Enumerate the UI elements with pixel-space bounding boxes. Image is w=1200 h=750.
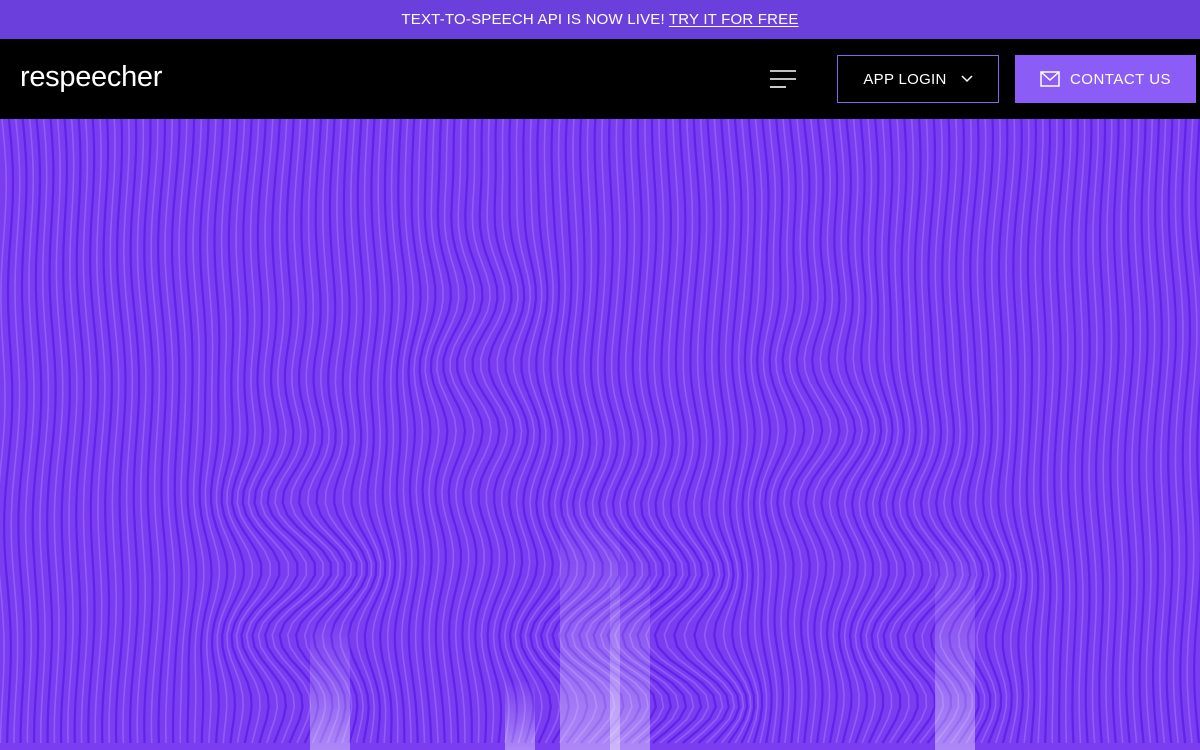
menu-button[interactable] bbox=[766, 65, 800, 93]
wave-highlight bbox=[505, 679, 535, 750]
wave-highlight bbox=[935, 539, 975, 750]
chevron-down-icon bbox=[961, 75, 973, 83]
try-it-free-link[interactable]: TRY IT FOR FREE bbox=[669, 11, 799, 28]
announcement-bar: TEXT-TO-SPEECH API IS NOW LIVE! TRY IT F… bbox=[0, 0, 1200, 39]
contact-us-button[interactable]: CONTACT US bbox=[1015, 55, 1196, 103]
contact-us-label: CONTACT US bbox=[1069, 70, 1172, 88]
hamburger-icon bbox=[770, 70, 796, 88]
hero-wave-visual bbox=[0, 119, 1200, 750]
mail-icon bbox=[1040, 71, 1060, 87]
top-navigation: respeecher APP LOGIN CONTACT US bbox=[0, 39, 1200, 119]
announcement-text: TEXT-TO-SPEECH API IS NOW LIVE! bbox=[401, 11, 665, 28]
wave-highlight bbox=[610, 539, 650, 750]
wave-highlight bbox=[310, 619, 350, 750]
respeecher-logo[interactable]: respeecher bbox=[20, 59, 162, 95]
wave-lines-graphic bbox=[0, 119, 1200, 750]
app-login-button[interactable]: APP LOGIN bbox=[837, 55, 999, 103]
app-login-label: APP LOGIN bbox=[863, 70, 947, 88]
